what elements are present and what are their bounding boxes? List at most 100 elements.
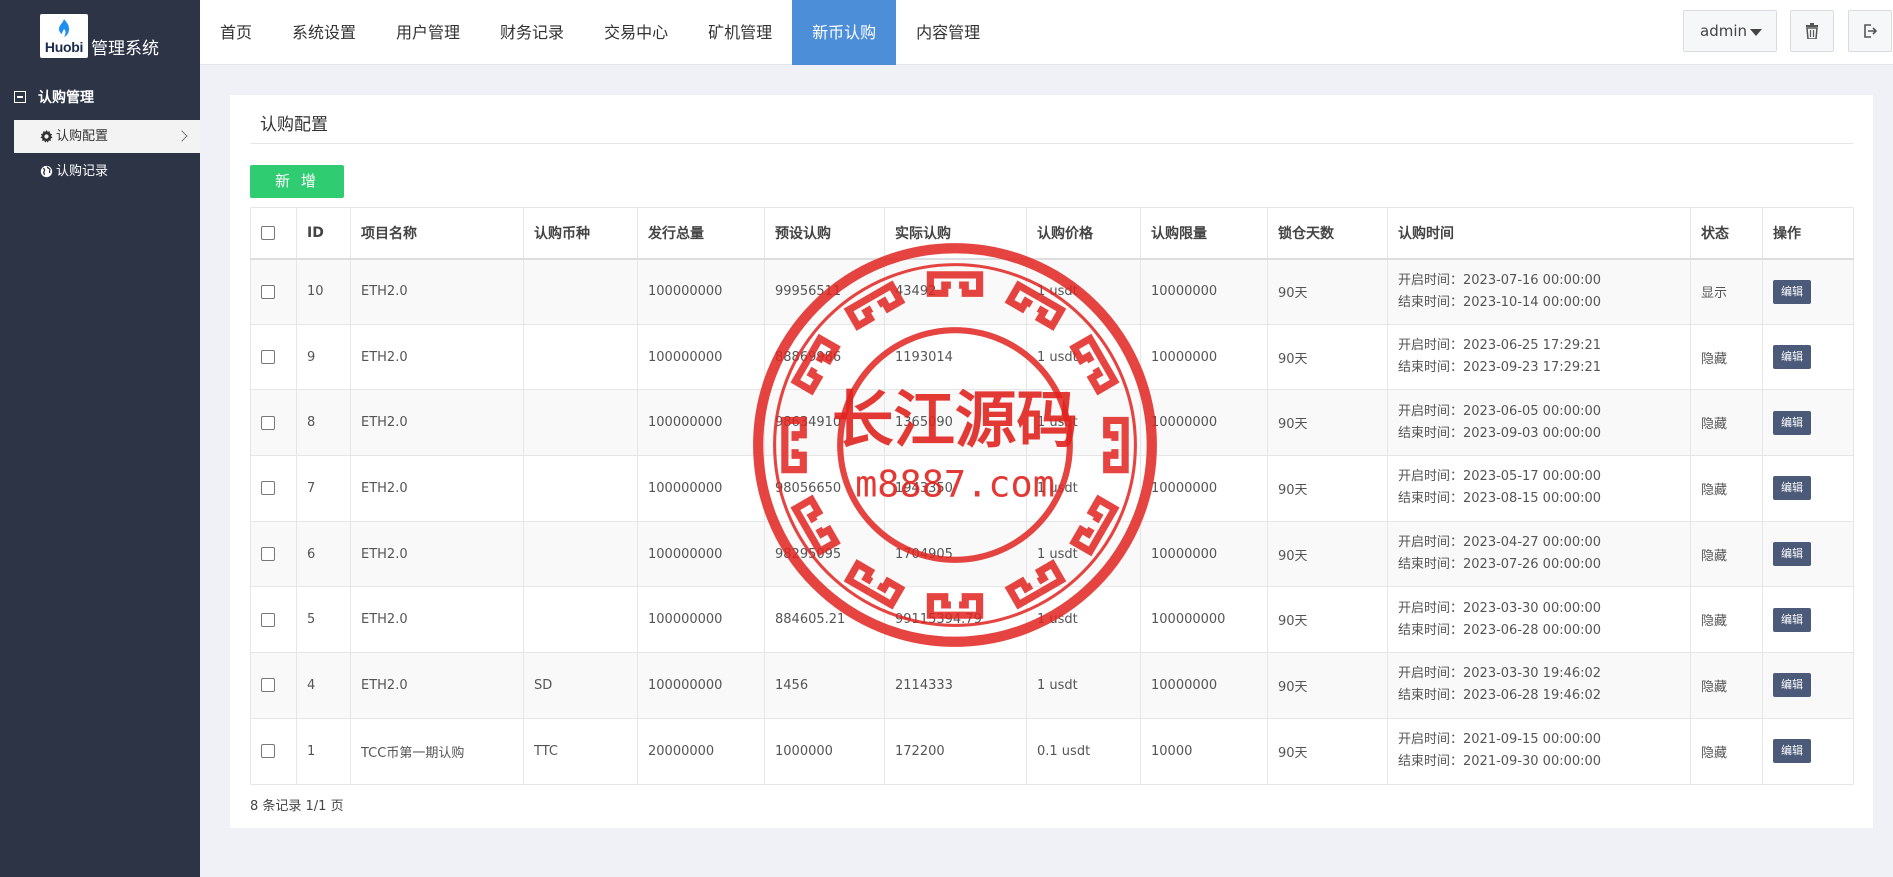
start-time: 开启时间：2023-05-17 00:00:00 [1398, 469, 1602, 485]
cell-limit: 100000000 [1140, 586, 1268, 654]
cell-status: 隐藏 [1690, 652, 1763, 719]
cell-preset: 98056650 [764, 455, 885, 522]
nav-trading-center[interactable]: 交易中心 [584, 0, 688, 65]
nav-miner-management[interactable]: 矿机管理 [688, 0, 792, 65]
cell-time: 开启时间：2023-07-16 00:00:00 结束时间：2023-10-14 … [1387, 258, 1691, 325]
cell-action: 编辑 [1762, 586, 1854, 654]
cell-time: 开启时间：2021-09-15 00:00:00 结束时间：2021-09-30 … [1387, 717, 1691, 785]
edit-button[interactable]: 编辑 [1773, 607, 1811, 632]
user-dropdown[interactable]: admin [1683, 10, 1777, 52]
end-time: 结束时间：2023-06-28 00:00:00 [1398, 622, 1602, 638]
nav-home[interactable]: 首页 [200, 0, 272, 65]
table-row: 10 ETH2.0 100000000 99956511 43492 1 usdt 1000… [250, 258, 1854, 325]
collapse-icon [14, 91, 26, 103]
select-cell [250, 258, 297, 325]
col-time: 认购时间 [1387, 207, 1691, 259]
cell-time: 开启时间：2023-03-30 19:46:02 结束时间：2023-06-28 … [1387, 652, 1691, 719]
cell-price: 0.1 usdt [1026, 717, 1141, 785]
brand[interactable]: Huobi 管理系统 [0, 0, 200, 65]
cell-project-name: TCC币第一期认购 [350, 717, 524, 785]
select-all-cell [250, 207, 297, 259]
cell-time: 开启时间：2023-05-17 00:00:00 结束时间：2023-08-15 … [1387, 455, 1691, 522]
cell-lock-days: 90天 [1267, 586, 1388, 654]
edit-button[interactable]: 编辑 [1773, 542, 1811, 567]
end-time: 结束时间：2023-10-14 00:00:00 [1398, 294, 1602, 310]
col-action: 操作 [1762, 207, 1854, 259]
table-header-row: ID 项目名称 认购币种 发行总量 预设认购 实际认购 认购价格 认购限量 锁仓… [250, 207, 1854, 259]
cell-coin [523, 389, 638, 457]
cell-limit: 10000000 [1140, 258, 1268, 325]
sidebar-item-subscription-records[interactable]: 认购记录 [14, 155, 200, 188]
row-checkbox[interactable] [261, 612, 275, 627]
cell-preset: 98295095 [764, 520, 885, 588]
cell-coin [523, 258, 638, 325]
logo-text: Huobi [44, 39, 84, 55]
edit-button[interactable]: 编辑 [1773, 739, 1811, 764]
cell-total-issue: 100000000 [637, 258, 765, 325]
row-checkbox[interactable] [261, 415, 275, 430]
nav-user-management[interactable]: 用户管理 [376, 0, 480, 65]
table-row: 4 ETH2.0 SD 100000000 1456 2114333 1 usdt 10000… [250, 652, 1854, 719]
cell-project-name: ETH2.0 [350, 258, 524, 325]
row-checkbox[interactable] [261, 744, 275, 759]
row-checkbox[interactable] [261, 350, 275, 365]
edit-button[interactable]: 编辑 [1773, 279, 1811, 304]
page-title: 认购配置 [260, 115, 328, 135]
edit-button[interactable]: 编辑 [1773, 476, 1811, 501]
edit-button[interactable]: 编辑 [1773, 673, 1811, 698]
cell-lock-days: 90天 [1267, 323, 1388, 391]
col-total-issue: 发行总量 [637, 207, 765, 259]
row-checkbox[interactable] [261, 284, 275, 299]
sidebar-item-label: 认购记录 [56, 164, 109, 179]
cell-coin [523, 520, 638, 588]
nav-new-coin-subscription[interactable]: 新币认购 [792, 0, 897, 65]
cell-limit: 10000000 [1140, 389, 1268, 457]
cell-status: 显示 [1690, 258, 1763, 325]
cell-project-name: ETH2.0 [350, 389, 524, 457]
cell-actual: 1365090 [884, 389, 1027, 457]
edit-button[interactable]: 编辑 [1773, 410, 1811, 435]
sidebar-group-subscription[interactable]: 认购管理 [14, 87, 94, 107]
cell-actual: 1193014 [884, 323, 1027, 391]
select-all-checkbox[interactable] [261, 225, 275, 240]
cell-status: 隐藏 [1690, 455, 1763, 522]
cell-actual: 43492 [884, 258, 1027, 325]
main-panel: 认购配置 新 增 ID 项目名称 认购币种 发行总量 预设认购 实际认购 认购价… [230, 95, 1873, 828]
cell-status: 隐藏 [1690, 389, 1763, 457]
cell-total-issue: 100000000 [637, 389, 765, 457]
cell-id: 10 [296, 258, 351, 325]
start-time: 开启时间：2023-06-25 17:29:21 [1398, 338, 1602, 354]
table-row: 1 TCC币第一期认购 TTC 20000000 1000000 172200 0.1 us… [250, 717, 1854, 785]
row-checkbox[interactable] [261, 481, 275, 496]
start-time: 开启时间：2023-07-16 00:00:00 [1398, 272, 1602, 288]
cell-actual: 172200 [884, 717, 1027, 785]
cell-price: 1 usdt [1026, 323, 1141, 391]
table-row: 5 ETH2.0 100000000 884605.21 99115394.79 1 us… [250, 586, 1854, 654]
cell-price: 1 usdt [1026, 258, 1141, 325]
col-project-name: 项目名称 [350, 207, 524, 259]
sidebar-item-subscription-config[interactable]: 认购配置 [14, 120, 200, 153]
nav-finance-records[interactable]: 财务记录 [480, 0, 584, 65]
row-checkbox[interactable] [261, 547, 275, 562]
huobi-logo: Huobi [40, 14, 88, 58]
nav-content-management[interactable]: 内容管理 [896, 0, 1000, 65]
cell-coin: TTC [523, 717, 638, 785]
cell-preset: 88869986 [764, 323, 885, 391]
cell-status: 隐藏 [1690, 586, 1763, 654]
table-row: 6 ETH2.0 100000000 98295095 1704905 1 usdt 100… [250, 520, 1854, 588]
row-checkbox[interactable] [261, 678, 275, 693]
logout-button[interactable] [1848, 10, 1892, 52]
cell-lock-days: 90天 [1267, 717, 1388, 785]
record-count: 8 条记录 1/1 页 [250, 799, 344, 814]
cell-project-name: ETH2.0 [350, 520, 524, 588]
edit-button[interactable]: 编辑 [1773, 345, 1811, 370]
clear-cache-button[interactable] [1790, 10, 1834, 52]
cell-project-name: ETH2.0 [350, 652, 524, 719]
flame-icon [59, 19, 69, 37]
add-button[interactable]: 新 增 [250, 165, 344, 198]
cell-limit: 10000000 [1140, 323, 1268, 391]
cell-lock-days: 90天 [1267, 652, 1388, 719]
select-cell [250, 389, 297, 457]
nav-system-settings[interactable]: 系统设置 [272, 0, 376, 65]
cell-status: 隐藏 [1690, 323, 1763, 391]
